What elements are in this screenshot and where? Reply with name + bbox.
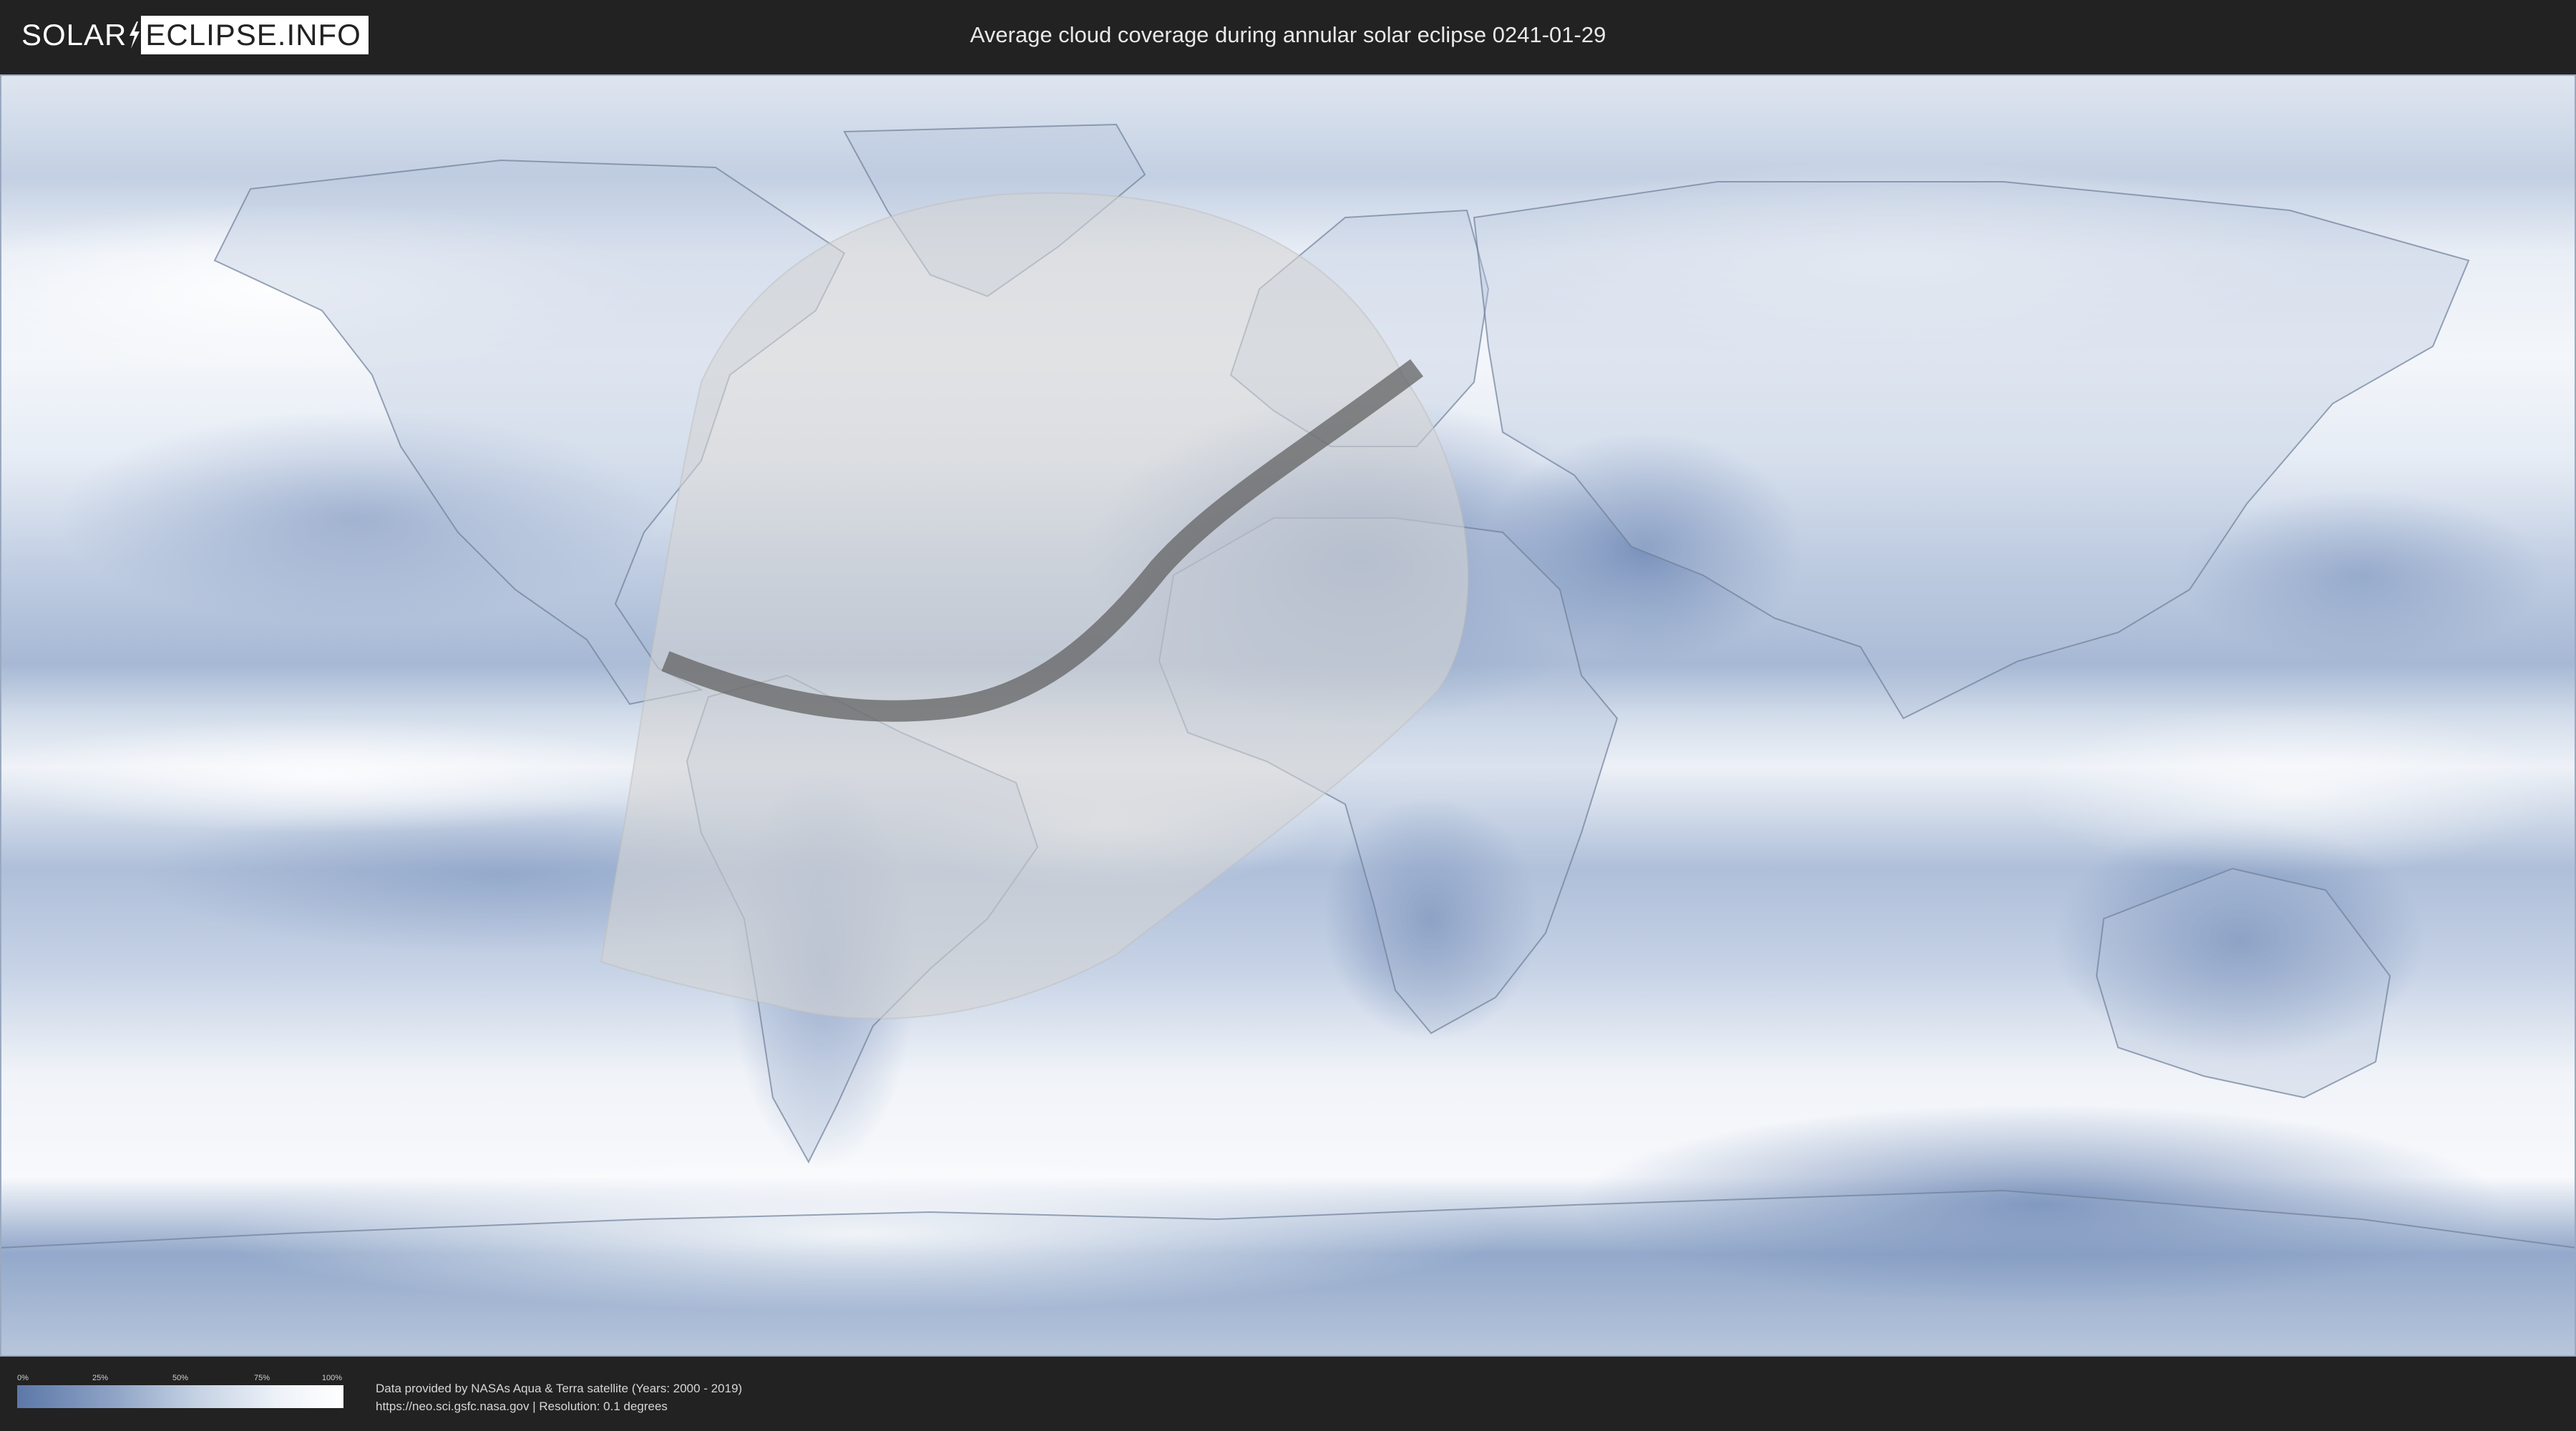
page: SOLAR ECLIPSE.INFO Average cloud coverag… — [0, 0, 2576, 1431]
legend-ticks: 0% 25% 50% 75% 100% — [17, 1374, 343, 1385]
legend-gradient-bar — [17, 1385, 343, 1408]
footer-bar: 0% 25% 50% 75% 100% Data provided by NAS… — [0, 1358, 2576, 1431]
page-title: Average cloud coverage during annular so… — [970, 22, 1606, 47]
cloud-coverage-map[interactable] — [0, 74, 2576, 1357]
world-map-svg — [0, 74, 2576, 1357]
legend-tick-100: 100% — [321, 1374, 343, 1382]
legend-tick-50: 50% — [172, 1374, 189, 1382]
header-bar: SOLAR ECLIPSE.INFO Average cloud coverag… — [0, 0, 2576, 72]
credits-line-1: Data provided by NASAs Aqua & Terra sate… — [376, 1382, 743, 1395]
data-credits: Data provided by NASAs Aqua & Terra sate… — [376, 1379, 742, 1415]
legend-tick-25: 25% — [92, 1374, 109, 1382]
legend-tick-75: 75% — [253, 1374, 270, 1382]
cloud-coverage-legend: 0% 25% 50% 75% 100% — [17, 1374, 343, 1408]
credits-line-2: https://neo.sci.gsfc.nasa.gov | Resoluti… — [376, 1400, 668, 1413]
legend-tick-0: 0% — [17, 1374, 29, 1382]
